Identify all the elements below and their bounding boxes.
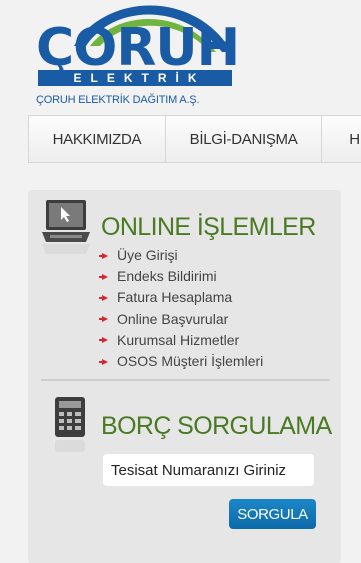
section-divider — [41, 379, 330, 381]
menu-item-label: Kurumsal Hizmetler — [117, 331, 240, 348]
laptop-cursor-icon — [42, 200, 90, 254]
side-panel: ONLINE İŞLEMLER Üye Girişi Endeks Bildir… — [28, 190, 341, 563]
menu-item-fatura-hesaplama[interactable]: Fatura Hesaplama — [99, 287, 263, 308]
arrow-bullet-icon — [99, 337, 108, 344]
nav-item-hakkimizda[interactable]: HAKKIMIZDA — [28, 115, 165, 163]
arrow-bullet-icon — [99, 295, 108, 301]
logo-subword: ELEKTRİK — [38, 70, 232, 86]
company-name: ÇORUH ELEKTRİK DAĞITIM A.Ş. — [36, 94, 200, 106]
main-nav: HAKKIMIZDA BİLGİ-DANIŞMA H — [28, 115, 361, 163]
nav-item-bilgi-danisma[interactable]: BİLGİ-DANIŞMA — [164, 115, 322, 163]
site-header: ÇORUH ELEKTRİK ÇORUH ELEKTRİK DAĞITIM A.… — [0, 0, 361, 115]
menu-item-label: Üye Girişi — [117, 247, 178, 263]
menu-item-label: Fatura Hesaplama — [117, 289, 233, 306]
menu-item-online-basvurular[interactable]: Online Başvurular — [99, 309, 263, 330]
menu-item-endeks-bildirimi[interactable]: Endeks Bildirimi — [99, 266, 263, 287]
menu-item-label: Endeks Bildirimi — [117, 268, 217, 285]
online-islemler-title: ONLINE İŞLEMLER — [101, 213, 316, 241]
online-menu: Üye Girişi Endeks Bildirimi Fatura Hesap… — [99, 245, 264, 372]
sorgula-button[interactable]: SORGULA — [229, 499, 316, 529]
logo-wordmark: ÇORUH — [36, 18, 240, 78]
menu-item-osos[interactable]: OSOS Müşteri İşlemleri — [99, 351, 264, 372]
nav-item-truncated[interactable]: H — [321, 115, 361, 163]
borc-sorgulama-title: BORÇ SORGULAMA — [101, 412, 332, 440]
arrow-bullet-icon — [99, 358, 108, 365]
menu-item-label: Online Başvurular — [117, 310, 229, 327]
menu-item-kurumsal-hizmetler[interactable]: Kurumsal Hizmetler — [99, 330, 263, 351]
menu-item-uye-girisi[interactable]: Üye Girişi — [99, 245, 263, 266]
calculator-icon — [55, 397, 85, 452]
arrow-bullet-icon — [99, 252, 108, 259]
menu-item-label: OSOS Müşteri İşlemleri — [117, 353, 264, 370]
tesisat-number-input[interactable] — [103, 454, 314, 486]
arrow-bullet-icon — [99, 273, 108, 280]
arrow-bullet-icon — [99, 316, 108, 323]
